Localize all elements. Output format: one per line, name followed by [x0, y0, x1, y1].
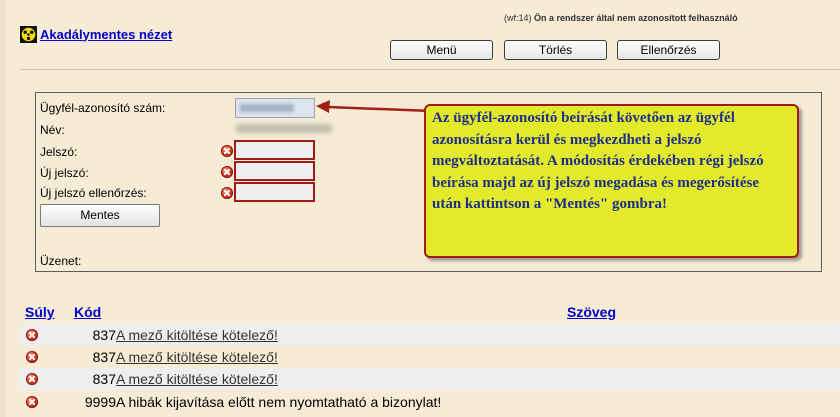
error-code: 837 — [92, 327, 116, 343]
name-value-blurred — [236, 124, 332, 133]
password-error-icon — [221, 145, 233, 157]
new-password-label: Új jelszó: — [40, 166, 89, 180]
column-header-severity[interactable]: Súly — [25, 304, 55, 320]
error-text-link[interactable]: A mező kitöltése kötelező! — [116, 327, 278, 343]
client-id-value-blurred — [240, 104, 294, 112]
left-edge-strip — [0, 0, 6, 417]
error-icon — [26, 351, 38, 363]
error-icon — [26, 329, 38, 341]
error-icon — [26, 396, 38, 408]
clear-button[interactable]: Törlés — [504, 40, 607, 60]
column-header-text[interactable]: Szöveg — [567, 304, 616, 320]
help-callout-text: Az ügyfél-azonosító beírását követően az… — [432, 110, 764, 213]
error-code: 837 — [92, 349, 116, 365]
save-button[interactable]: Mentes — [40, 204, 160, 227]
client-id-input[interactable] — [235, 98, 315, 118]
password-input[interactable] — [234, 140, 315, 160]
client-id-label: Ügyfél-azonosító szám: — [40, 101, 166, 115]
error-code: 837 — [92, 371, 116, 387]
accessibility-icon — [20, 25, 37, 43]
check-button[interactable]: Ellenőrzés — [617, 40, 720, 60]
message-label: Üzenet: — [40, 254, 82, 268]
password-label: Jelszó: — [40, 145, 78, 159]
table-row: 837 A mező kitöltése kötelező! — [20, 346, 840, 368]
error-text-link[interactable]: A mező kitöltése kötelező! — [116, 349, 278, 365]
column-header-code[interactable]: Kód — [74, 304, 101, 320]
table-row: 9999 A hibák kijavítása előtt nem nyomta… — [20, 391, 840, 413]
confirm-password-label: Új jelszó ellenőrzés: — [40, 186, 147, 200]
accessible-view-link[interactable]: Akadálymentes nézet — [40, 27, 172, 42]
table-row: 837 A mező kitöltése kötelező! — [20, 324, 840, 346]
error-text-link[interactable]: A mező kitöltése kötelező! — [116, 371, 278, 387]
accessible-view: Akadálymentes nézet — [20, 25, 172, 43]
header-divider — [20, 69, 840, 70]
new-password-input[interactable] — [234, 161, 315, 181]
error-icon — [26, 373, 38, 385]
confirm-password-error-icon — [221, 187, 233, 199]
error-code: 9999 — [84, 394, 116, 410]
menu-button[interactable]: Menü — [390, 40, 493, 60]
user-status: (wf:14) Ön a rendszer által nem azonosít… — [504, 13, 738, 23]
new-password-error-icon — [221, 166, 233, 178]
workflow-id: (wf:14) — [504, 13, 532, 23]
table-row: 837 A mező kitöltése kötelező! — [20, 368, 840, 390]
callout-arrow — [316, 100, 433, 113]
confirm-password-input[interactable] — [234, 182, 315, 202]
user-status-text: Ön a rendszer által nem azonosított felh… — [534, 13, 738, 23]
help-callout: Az ügyfél-azonosító beírását követően az… — [424, 104, 799, 258]
error-text: A hibák kijavítása előtt nem nyomtatható… — [116, 394, 442, 410]
name-label: Név: — [40, 123, 65, 137]
